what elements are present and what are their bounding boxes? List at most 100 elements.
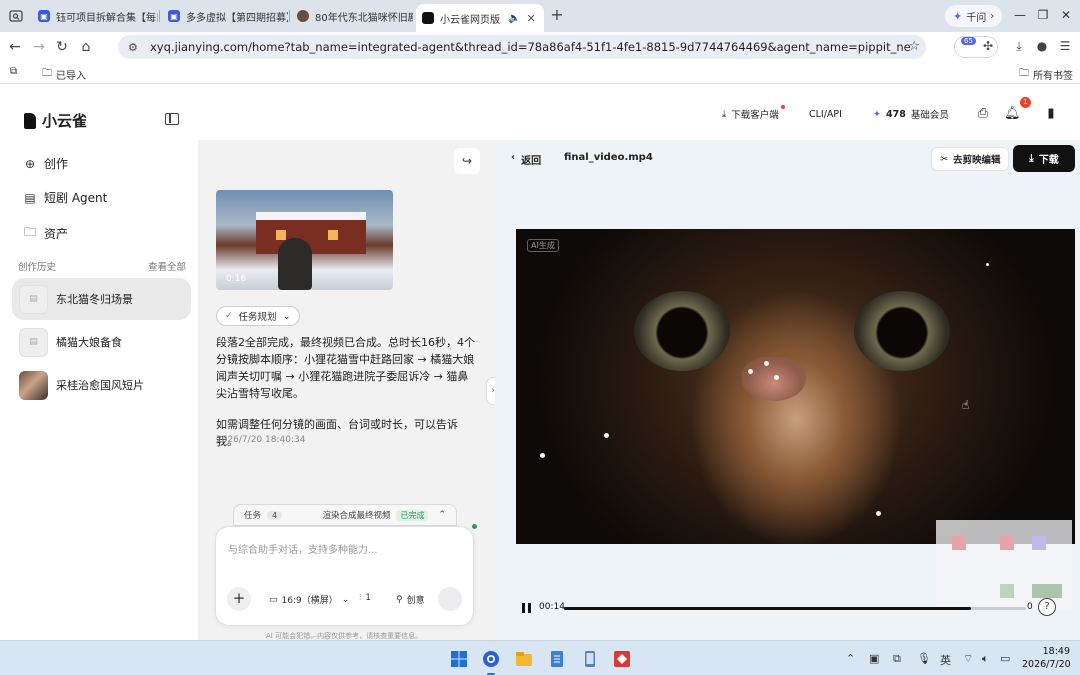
system-clock[interactable]: 18:49 2026/7/20	[1022, 645, 1071, 671]
chevron-up-icon[interactable]: ⌃	[846, 652, 855, 665]
app-logo[interactable]: 小云雀	[24, 110, 87, 131]
url-text[interactable]: xyq.jianying.com/home?tab_name=integrate…	[150, 40, 910, 54]
help-icon[interactable]: ?	[1038, 598, 1056, 616]
tab-search-icon[interactable]	[6, 6, 26, 26]
clock-date: 2026/7/20	[1022, 659, 1071, 670]
reload-icon[interactable]: ↻	[53, 38, 71, 56]
task-status-text: 渲染合成最终视频	[322, 511, 391, 521]
puzzle-icon[interactable]: ✣	[981, 39, 995, 53]
red-app-icon[interactable]	[612, 649, 632, 669]
tray-app-icon[interactable]: ▣	[869, 652, 879, 665]
history-thumbnail: ▤	[19, 284, 48, 314]
bookmark-folder-imported[interactable]: 🗀 已导入	[42, 66, 86, 83]
folder-icon: 🗀	[1019, 68, 1029, 79]
notepad-icon[interactable]	[547, 649, 567, 669]
output-count-select[interactable]: ⫶ 1	[359, 593, 371, 603]
tab-groups-icon[interactable]: ⧉	[10, 66, 17, 77]
download-label: 下载	[1038, 155, 1059, 166]
status-badge: 已完成	[396, 509, 429, 521]
history-item[interactable]: 采桂治愈国风短片	[12, 364, 191, 406]
download-client-button[interactable]: ⤓ 下载客户端	[712, 102, 789, 126]
start-icon[interactable]	[449, 649, 469, 669]
edit-in-jianying-button[interactable]: ✂ 去剪映编辑	[931, 147, 1010, 171]
restore-icon[interactable]: ❐	[1035, 8, 1051, 22]
new-tab-button[interactable]: +	[548, 6, 566, 24]
video-thumbnail[interactable]: 0:16	[216, 190, 393, 290]
tray-app-icon[interactable]: ⧉	[893, 652, 901, 666]
aspect-ratio-select[interactable]: ▭ 16:9（横屏） ⌄	[269, 593, 349, 607]
player-controls: 00:14 0	[516, 600, 1075, 616]
speaker-icon[interactable]: 🔈	[508, 13, 520, 24]
membership-button[interactable]: ✦ 478 基础会员	[863, 102, 959, 126]
site-info-icon[interactable]: ⚙	[128, 41, 142, 54]
back-button[interactable]: ‹ 返回	[511, 152, 541, 167]
send-button[interactable]	[438, 587, 462, 611]
sidebar-toggle-icon[interactable]	[165, 113, 179, 125]
sidebar-item-create[interactable]: ⊕ 创作	[24, 155, 68, 172]
current-time: 00:14	[539, 602, 565, 612]
chevron-up-icon[interactable]: ⌃	[438, 510, 446, 520]
avatar-icon	[297, 10, 309, 22]
folder-icon: 🗀	[42, 68, 52, 79]
creative-toggle[interactable]: ⚲ 创意	[396, 593, 425, 607]
view-all-link[interactable]: 查看全部	[148, 259, 186, 273]
forward-arrow-icon[interactable]: →	[30, 38, 48, 56]
task-plan-chip[interactable]: ✓ 任务规划 ⌄	[216, 306, 300, 326]
sidebar-item-assets[interactable]: 🗀 资产	[24, 223, 68, 244]
close-window-icon[interactable]: ✕	[1058, 8, 1074, 22]
cli-api-button[interactable]: CLI/API	[799, 102, 852, 126]
browser-tab-3[interactable]: 80年代东北猫咪怀旧剧	[291, 4, 413, 28]
download-icon[interactable]: ⤓	[1012, 39, 1026, 53]
bell-icon[interactable]: 🔔︎	[1004, 106, 1021, 122]
membership-label: 基础会员	[910, 110, 949, 121]
home-icon[interactable]: ⌂	[77, 38, 95, 56]
bookmark-star-icon[interactable]: ☆	[908, 39, 920, 54]
browser-app-icon[interactable]	[481, 649, 501, 675]
history-item[interactable]: ▤ 橘猫大娘备食	[12, 321, 191, 363]
history-title: 创作历史	[18, 262, 57, 273]
task-status-bar[interactable]: 任务 4 渲染合成最终视频 已完成 ⌃	[233, 504, 457, 526]
mosaic-cell	[952, 536, 966, 550]
volume-icon[interactable]: 🔈︎	[982, 652, 989, 666]
all-bookmarks[interactable]: 🗀 所有书签	[1019, 66, 1073, 83]
microphone-icon[interactable]: 🎙︎	[917, 652, 931, 665]
sidebar: 小云雀 ⊕ 创作 ▤ 短剧 Agent 🗀 资产 创作历史 查看全部 ▤ 东北猫…	[0, 88, 198, 640]
wifi-icon[interactable]: ⌔	[963, 652, 973, 666]
waveform-icon: ⫶	[359, 593, 362, 603]
history-item[interactable]: ▤ 东北猫冬归场景	[12, 278, 191, 320]
chat-input[interactable]: 与综合助手对话，支持多种能力...	[228, 541, 378, 556]
doc-icon: ▣	[168, 10, 180, 22]
add-attachment-button[interactable]: +	[227, 587, 251, 611]
download-button[interactable]: ⤓ 下载	[1013, 145, 1075, 172]
task-label: 任务	[244, 511, 262, 521]
pause-icon[interactable]	[522, 603, 531, 613]
qianwen-button[interactable]: ✦ 千问 ›	[945, 5, 1003, 27]
battery-icon[interactable]: ▭	[1000, 652, 1010, 665]
browser-tab-active[interactable]: 小云雀网页版 🔈 ✕	[416, 4, 544, 32]
mobile-icon[interactable]: ▮	[1043, 106, 1059, 122]
history-header: 创作历史 查看全部	[18, 259, 186, 273]
file-explorer-icon[interactable]	[514, 649, 534, 669]
ime-indicator[interactable]: 英	[940, 652, 951, 668]
tab-separator	[289, 10, 290, 22]
share-icon[interactable]: ↪	[454, 148, 480, 174]
phone-link-icon[interactable]	[580, 649, 600, 669]
back-label: 返回	[521, 156, 542, 167]
profile-avatar-icon[interactable]: ●	[1035, 39, 1049, 53]
browser-tab-1[interactable]: ▣ 钰可项目拆解合集【每日	[32, 4, 158, 28]
chat-composer[interactable]: 与综合助手对话，支持多种能力... + ▭ 16:9（横屏） ⌄ ⫶ 1 ⚲ 创…	[215, 526, 474, 626]
phone-download-icon[interactable]: ⎙	[975, 106, 991, 122]
progress-track[interactable]	[564, 607, 1026, 610]
minimize-icon[interactable]: —	[1012, 8, 1028, 22]
video-preview-pane: ‹ 返回 final_video.mp4 ✂ 去剪映编辑 ⤓ 下载 AI生成 0…	[495, 140, 1080, 640]
browser-tab-2[interactable]: ▣ 多多虚拟【第四期招募】	[162, 4, 288, 28]
assistant-message: 段落2全部完成，最终视频已合成。总时长16秒，4个分镜按脚本顺序：小狸花猫雪中赶…	[216, 336, 475, 400]
ai-generated-mark: AI生成	[527, 239, 559, 252]
menu-icon[interactable]: ☰	[1058, 39, 1072, 53]
download-icon: ⤓	[1029, 153, 1034, 164]
back-arrow-icon[interactable]: ←	[6, 38, 24, 56]
close-tab-icon[interactable]: ✕	[526, 12, 535, 25]
video-player[interactable]: AI生成	[516, 229, 1075, 544]
sidebar-item-short-drama-agent[interactable]: ▤ 短剧 Agent	[24, 189, 107, 206]
address-bar[interactable]: ⚙ xyq.jianying.com/home?tab_name=integra…	[118, 35, 926, 59]
